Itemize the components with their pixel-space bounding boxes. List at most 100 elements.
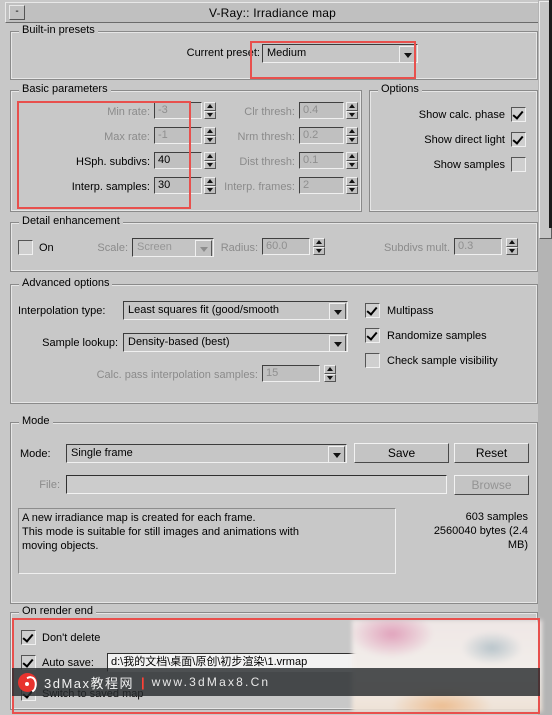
file-label: File: — [39, 479, 60, 491]
mode-description-line1: A new irradiance map is created for each… — [22, 512, 256, 524]
current-preset-label: Current preset: — [186, 47, 260, 59]
stats-bytes-cont: MB) — [507, 539, 528, 551]
mode-label: Mode: — [20, 448, 51, 460]
spinner-up-icon[interactable] — [313, 238, 325, 247]
min-rate-field[interactable]: -3 — [154, 102, 202, 119]
subdivs-mult-spinner[interactable] — [506, 238, 518, 255]
calc-pass-spinner[interactable] — [324, 365, 336, 382]
spinner-down-icon[interactable] — [346, 185, 358, 194]
file-input[interactable] — [66, 475, 447, 494]
spinner-down-icon[interactable] — [346, 135, 358, 144]
rollout-collapse-toggle[interactable]: - — [9, 5, 25, 20]
detail-enhancement-on-checkbox[interactable] — [18, 240, 33, 255]
mode-value: Single frame — [71, 447, 133, 459]
dont-delete-label: Don't delete — [42, 632, 101, 644]
background-photo-bleed — [352, 620, 542, 712]
radius-field[interactable]: 60.0 — [262, 238, 310, 255]
spinner-up-icon[interactable] — [346, 152, 358, 161]
dist-thresh-field[interactable]: 0.1 — [299, 152, 344, 169]
spinner-up-icon[interactable] — [346, 177, 358, 186]
rollout-title: V-Ray:: Irradiance map — [208, 5, 337, 20]
interp-frames-field[interactable]: 2 — [299, 177, 344, 194]
multipass-label: Multipass — [387, 305, 434, 317]
chevron-down-icon[interactable] — [329, 335, 346, 351]
show-calc-phase-label: Show calc. phase — [418, 109, 505, 121]
mode-description: A new irradiance map is created for each… — [18, 508, 396, 574]
group-mode: Mode Mode: Single frame Save Reset File:… — [10, 415, 538, 604]
spinner-up-icon[interactable] — [346, 127, 358, 136]
dont-delete-checkbox[interactable] — [21, 630, 36, 645]
group-detail-enhancement: Detail enhancement On Scale: Screen Radi… — [10, 215, 538, 272]
mode-combo[interactable]: Single frame — [66, 444, 347, 463]
scale-label: Scale: — [97, 242, 128, 254]
sample-lookup-label: Sample lookup: — [42, 337, 118, 349]
hsph-subdivs-label: HSph. subdivs: — [76, 156, 150, 168]
watermark-separator: | — [141, 674, 145, 690]
max-rate-field[interactable]: -1 — [154, 127, 202, 144]
current-preset-combo[interactable]: Medium — [262, 44, 418, 63]
spinner-down-icon[interactable] — [313, 246, 325, 255]
max-rate-label: Max rate: — [104, 131, 150, 143]
min-rate-label: Min rate: — [107, 106, 150, 118]
interpolation-type-value: Least squares fit (good/smooth — [128, 304, 280, 316]
spinner-down-icon[interactable] — [324, 373, 336, 382]
interpolation-type-combo[interactable]: Least squares fit (good/smooth — [123, 301, 348, 320]
interp-frames-label: Interp. frames: — [224, 181, 295, 193]
radius-label: Radius: — [220, 242, 258, 254]
calc-pass-interpolation-samples-field[interactable]: 15 — [262, 365, 320, 382]
chevron-down-icon[interactable] — [399, 46, 416, 62]
radius-spinner[interactable] — [313, 238, 325, 255]
show-direct-light-label: Show direct light — [424, 134, 505, 146]
hsph-subdivs-field[interactable]: 40 — [154, 152, 202, 169]
spinner-up-icon[interactable] — [324, 365, 336, 374]
chevron-down-icon[interactable] — [328, 446, 345, 462]
group-options-label: Options — [378, 83, 422, 95]
nrm-thresh-spinner[interactable] — [346, 127, 358, 144]
spinner-down-icon[interactable] — [506, 246, 518, 255]
sample-lookup-combo[interactable]: Density-based (best) — [123, 333, 348, 352]
subdivs-mult-label: Subdivs mult. — [383, 242, 450, 254]
vray-irradiance-map-rollout: - V-Ray:: Irradiance map Built-in preset… — [0, 0, 552, 715]
spinner-up-icon[interactable] — [506, 238, 518, 247]
multipass-checkbox[interactable] — [365, 303, 380, 318]
clr-thresh-label: Clr thresh: — [244, 106, 295, 118]
save-button[interactable]: Save — [354, 443, 449, 463]
interp-samples-label: Interp. samples: — [71, 181, 150, 193]
group-basic-parameters: Basic parameters Min rate: -3 Max rate: … — [10, 83, 362, 212]
group-advanced-options-label: Advanced options — [19, 277, 113, 289]
check-sample-visibility-label: Check sample visibility — [387, 355, 498, 367]
check-sample-visibility-checkbox[interactable] — [365, 353, 380, 368]
show-direct-light-checkbox[interactable] — [511, 132, 526, 147]
subdivs-mult-field[interactable]: 0.3 — [454, 238, 502, 255]
chevron-down-icon[interactable] — [329, 303, 346, 319]
interp-samples-field[interactable]: 30 — [154, 177, 202, 194]
browse-button[interactable]: Browse — [454, 475, 529, 495]
show-calc-phase-checkbox[interactable] — [511, 107, 526, 122]
group-built-in-presets-label: Built-in presets — [19, 24, 98, 36]
watermark-site-name: 3dMax教程网 — [44, 675, 135, 691]
nrm-thresh-label: Nrm thresh: — [237, 131, 295, 143]
show-samples-checkbox[interactable] — [511, 157, 526, 172]
show-samples-label: Show samples — [433, 159, 505, 171]
spinner-down-icon[interactable] — [346, 110, 358, 119]
reset-button[interactable]: Reset — [454, 443, 529, 463]
group-basic-parameters-label: Basic parameters — [19, 83, 111, 95]
clr-thresh-spinner[interactable] — [346, 102, 358, 119]
dist-thresh-spinner[interactable] — [346, 152, 358, 169]
clr-thresh-field[interactable]: 0.4 — [299, 102, 344, 119]
sample-lookup-value: Density-based (best) — [128, 336, 230, 348]
stats-bytes: 2560040 bytes (2.4 — [433, 525, 528, 537]
calc-pass-interpolation-samples-label: Calc. pass interpolation samples: — [96, 369, 258, 381]
spinner-down-icon[interactable] — [346, 160, 358, 169]
randomize-samples-checkbox[interactable] — [365, 328, 380, 343]
group-detail-enhancement-label: Detail enhancement — [19, 215, 123, 227]
current-preset-value: Medium — [267, 47, 307, 59]
scale-value: Screen — [137, 241, 172, 253]
rollout-titlebar[interactable]: - V-Ray:: Irradiance map — [5, 2, 540, 23]
watermark-url: www.3dMax8.Cn — [151, 675, 271, 689]
detail-enhancement-on-label: On — [39, 242, 54, 254]
interp-frames-spinner[interactable] — [346, 177, 358, 194]
spinner-up-icon[interactable] — [346, 102, 358, 111]
nrm-thresh-field[interactable]: 0.2 — [299, 127, 344, 144]
mode-description-line2: This mode is suitable for still images a… — [22, 526, 299, 538]
